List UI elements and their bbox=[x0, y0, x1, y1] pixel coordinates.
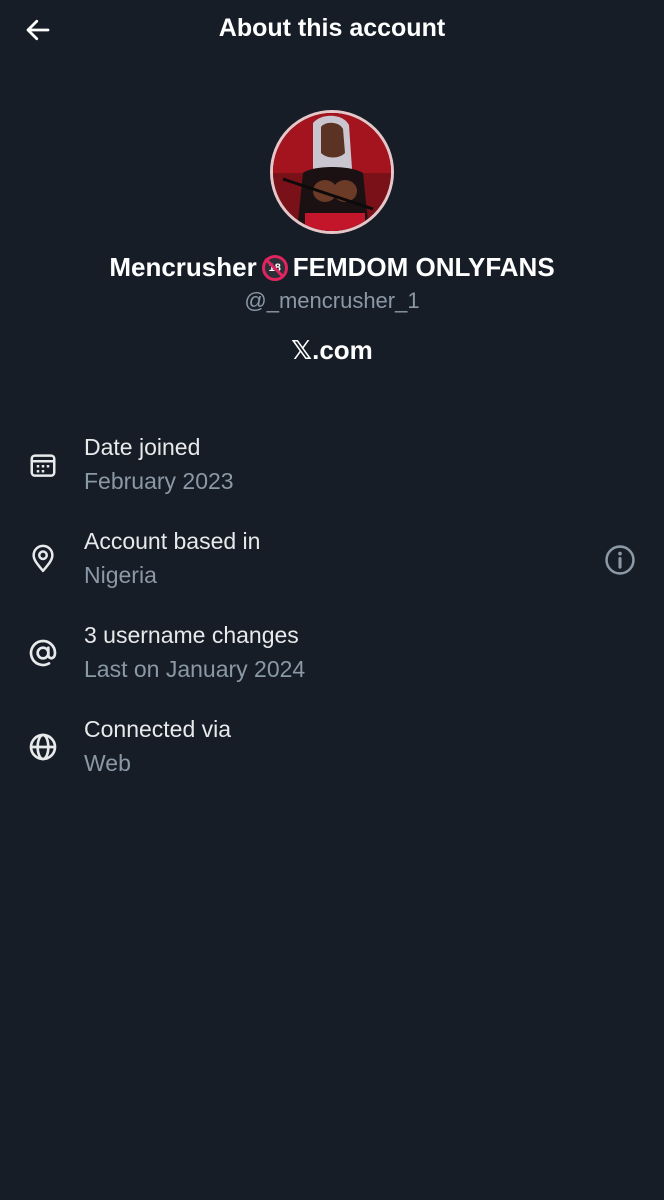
page-title: About this account bbox=[218, 14, 446, 42]
profile-photo bbox=[273, 113, 391, 231]
info-value: Web bbox=[84, 750, 131, 776]
site-label: 𝕏.com bbox=[291, 335, 373, 365]
info-icon bbox=[605, 545, 635, 575]
info-title: Date joined bbox=[84, 434, 201, 460]
adult-content-icon: 18 bbox=[261, 254, 288, 281]
list-item-date-joined: Date joined February 2023 bbox=[0, 430, 664, 500]
info-title: Account based in bbox=[84, 528, 261, 554]
avatar[interactable] bbox=[270, 110, 394, 234]
info-title: Connected via bbox=[84, 716, 232, 742]
list-item-account-location: Account based in Nigeria bbox=[0, 524, 664, 594]
list-item-username-changes: 3 username changes Last on January 2024 bbox=[0, 618, 664, 688]
display-name-suffix: FEMDOM ONLYFANS bbox=[292, 252, 555, 282]
info-value: Nigeria bbox=[84, 562, 157, 588]
display-name: Mencrusher 18 FEMDOM ONLYFANS bbox=[0, 252, 664, 283]
location-pin-icon bbox=[24, 540, 62, 578]
display-name-main: Mencrusher bbox=[109, 252, 257, 282]
adult-badge-text: 18 bbox=[268, 261, 281, 274]
info-value: February 2023 bbox=[84, 468, 234, 494]
globe-icon bbox=[24, 728, 62, 766]
list-item-connected-via: Connected via Web bbox=[0, 712, 664, 782]
at-sign-icon bbox=[24, 634, 62, 672]
info-value: Last on January 2024 bbox=[84, 656, 306, 682]
info-title: 3 username changes bbox=[84, 622, 299, 648]
location-info-button[interactable] bbox=[602, 542, 638, 578]
calendar-icon bbox=[24, 446, 62, 484]
top-bar: About this account bbox=[0, 0, 664, 60]
username-handle: @_mencrusher_1 bbox=[244, 288, 420, 313]
